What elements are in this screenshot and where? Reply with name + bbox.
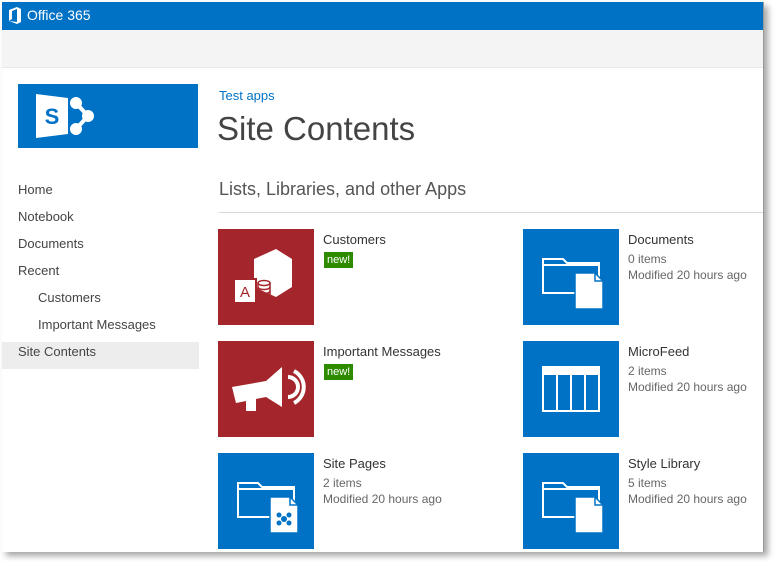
nav-notebook[interactable]: Notebook (2, 207, 199, 234)
modified-time: Modified 20 hours ago (323, 492, 442, 506)
office-logo-icon[interactable] (8, 7, 22, 24)
office-365-label[interactable]: Office 365 (27, 7, 91, 24)
app-title-documents[interactable]: Documents (628, 232, 694, 247)
section-divider (219, 212, 763, 213)
list-icon (542, 366, 600, 412)
ribbon-bar (2, 30, 763, 68)
section-heading: Lists, Libraries, and other Apps (219, 179, 467, 199)
item-count: 5 items (628, 476, 667, 490)
access-app-icon: A (233, 249, 292, 304)
item-count: 0 items (628, 252, 667, 266)
sharepoint-logo-icon: S (36, 94, 94, 138)
document-library-icon (542, 482, 604, 534)
svg-text:A: A (240, 284, 250, 301)
new-badge: new! (324, 364, 354, 380)
nav-home[interactable]: Home (2, 180, 199, 207)
app-title-important-messages[interactable]: Important Messages (323, 344, 441, 359)
wiki-library-icon (237, 482, 299, 534)
document-library-icon (542, 258, 604, 310)
modified-time: Modified 20 hours ago (628, 492, 747, 506)
breadcrumb-site-link[interactable]: Test apps (219, 88, 275, 103)
nav-documents[interactable]: Documents (2, 234, 199, 261)
app-tile-microfeed[interactable] (523, 341, 619, 437)
suite-bar: Office 365 (2, 2, 763, 30)
app-tile-documents[interactable] (523, 229, 619, 325)
megaphone-icon (232, 367, 306, 411)
modified-time: Modified 20 hours ago (628, 380, 747, 394)
item-count: 2 items (628, 364, 667, 378)
app-tile-important-messages[interactable] (218, 341, 314, 437)
nav-recent-important-messages[interactable]: Important Messages (2, 315, 199, 342)
app-title-site-pages[interactable]: Site Pages (323, 456, 386, 471)
new-badge: new! (324, 252, 354, 268)
app-title-customers[interactable]: Customers (323, 232, 386, 247)
app-tile-customers[interactable]: A (218, 229, 314, 325)
quick-launch-nav: Home Notebook Documents Recent Customers… (2, 180, 199, 369)
svg-text:S: S (45, 104, 60, 129)
app-tile-site-pages[interactable] (218, 453, 314, 549)
nav-recent-customers[interactable]: Customers (2, 288, 199, 315)
nav-site-contents[interactable]: Site Contents (2, 342, 199, 369)
app-title-microfeed[interactable]: MicroFeed (628, 344, 689, 359)
app-tile-style-library[interactable] (523, 453, 619, 549)
nav-recent[interactable]: Recent (2, 261, 199, 288)
sharepoint-site-logo[interactable]: S (18, 84, 198, 148)
page-title: Site Contents (217, 110, 416, 147)
modified-time: Modified 20 hours ago (628, 268, 747, 282)
app-title-style-library[interactable]: Style Library (628, 456, 700, 471)
browser-frame: Office 365 S Home Notebook Documents Rec… (2, 2, 764, 552)
item-count: 2 items (323, 476, 362, 490)
